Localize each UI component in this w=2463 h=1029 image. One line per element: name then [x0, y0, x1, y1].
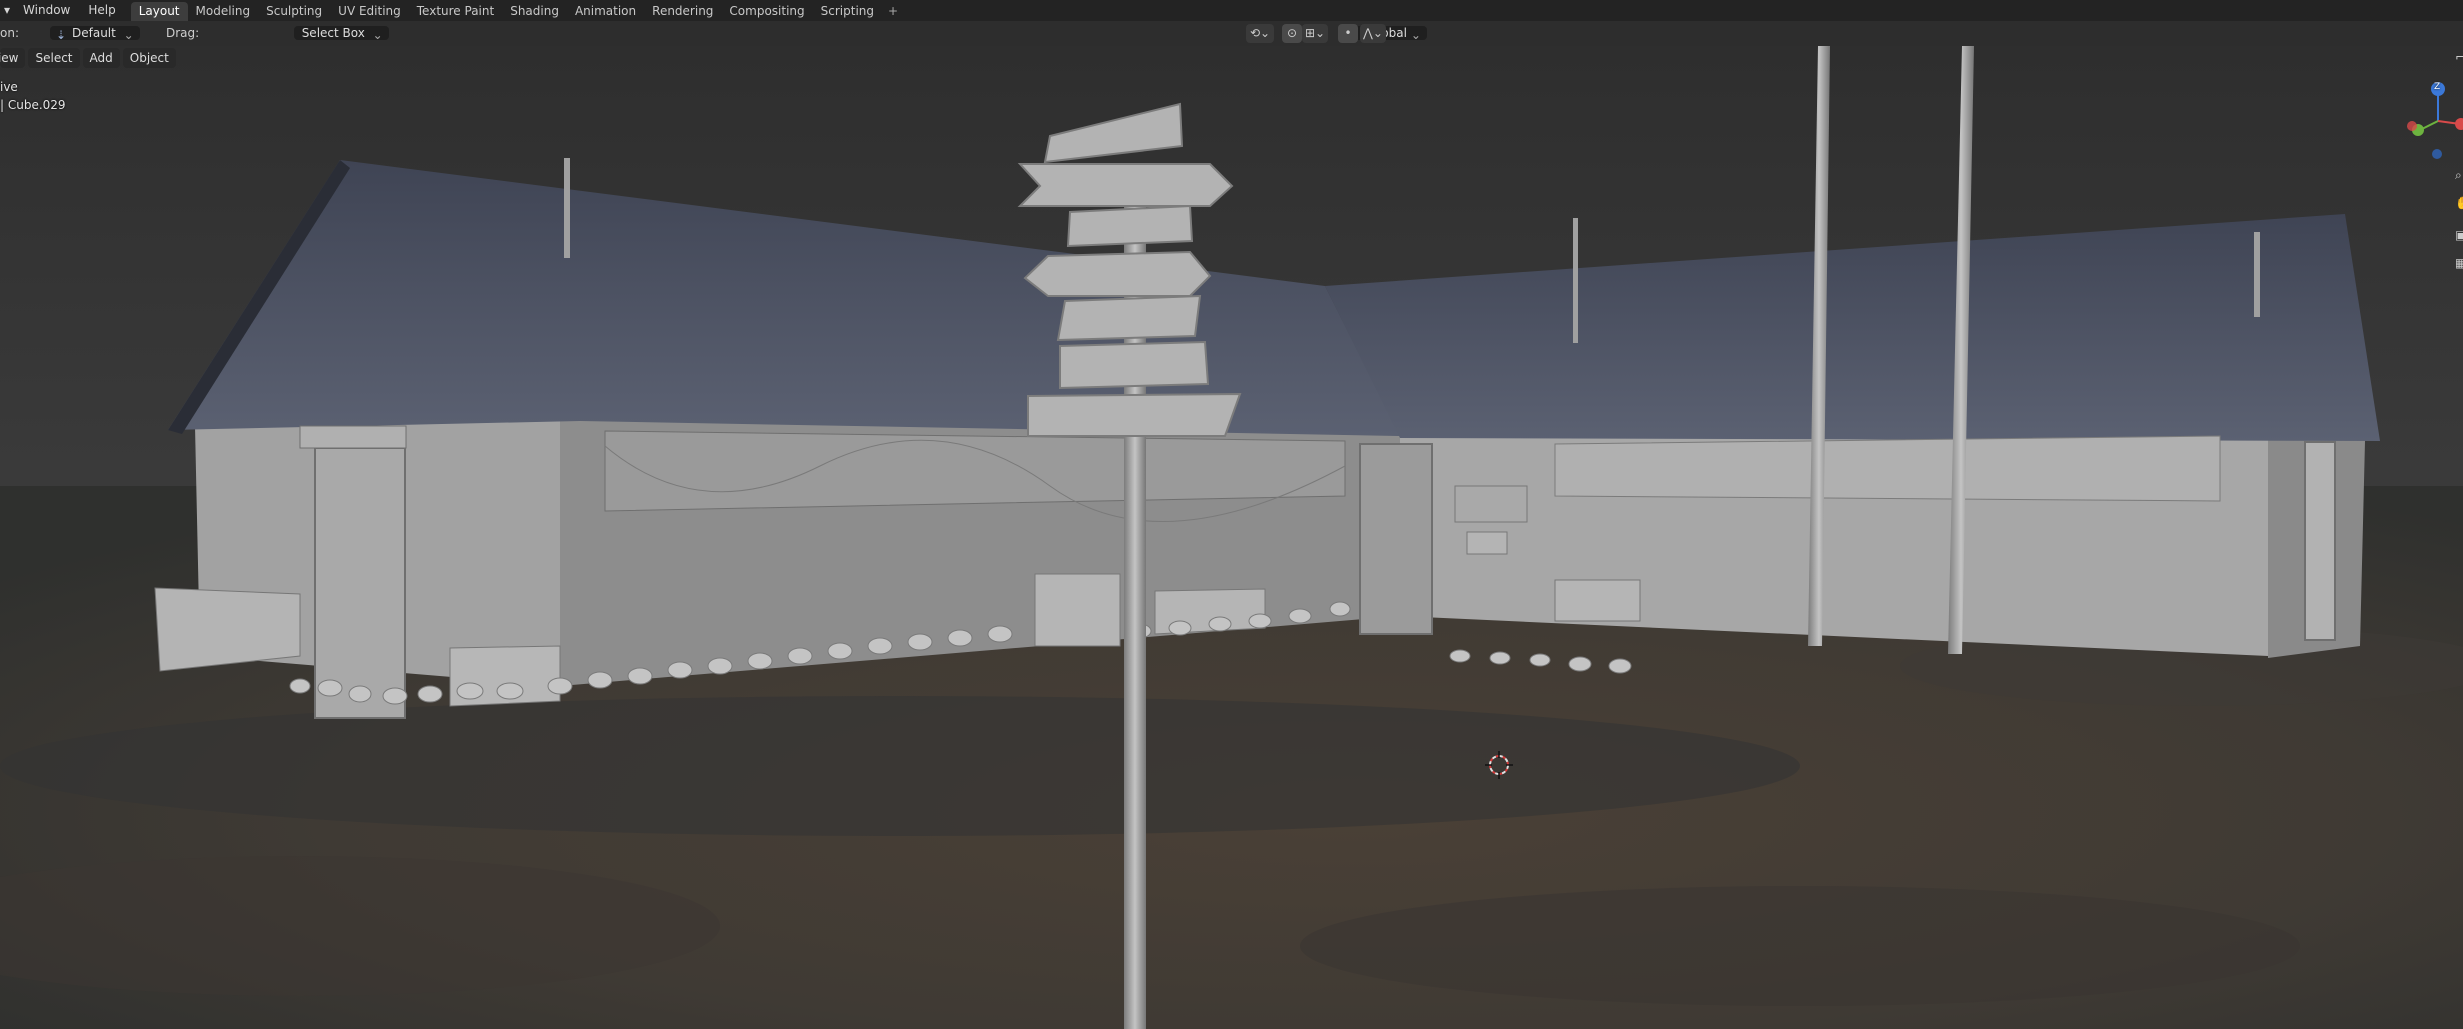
door-middle	[1359, 443, 1433, 635]
tab-shading[interactable]: Shading	[502, 2, 567, 21]
viewport-scene[interactable]	[0, 46, 2463, 1029]
menu-add[interactable]: Add	[82, 48, 120, 68]
tab-animation[interactable]: Animation	[567, 2, 644, 21]
orientation-value: Default	[72, 26, 116, 40]
view-mode-text: ive	[0, 80, 18, 94]
3d-viewport[interactable]: Z ⌐ ⌕ ✋ ▣ ▦	[0, 46, 2463, 1029]
chevron-down-icon: ⌄	[372, 28, 383, 42]
pivot-point-icon[interactable]: ⟲⌄	[1246, 24, 1274, 43]
chimney-pipe	[564, 158, 570, 258]
door-left	[314, 447, 406, 719]
menu-view-label: View	[0, 51, 19, 65]
tool-header: on: ⇣ Default ⌄ Drag: Select Box ⌄ ⌞ Glo…	[0, 21, 2463, 46]
proportional-falloff-icon[interactable]: ⋀⌄	[1360, 24, 1386, 43]
chevron-down-icon: ⌄	[1410, 28, 1421, 42]
blender-window: ▾ Window Help Layout Modeling Sculpting …	[0, 0, 2463, 1029]
gizmo-z-label[interactable]: Z	[2434, 82, 2440, 92]
viewport-menu-bar: View Select Add Object	[0, 48, 176, 68]
window-band	[1554, 435, 2221, 502]
grid-icon[interactable]: ▦	[2455, 256, 2463, 270]
snap-toggle-icon[interactable]: ⊙	[1282, 24, 1302, 43]
orientation-icon: ⇣	[56, 28, 67, 42]
zoom-icon[interactable]: ⌕	[2455, 168, 2462, 183]
menu-select[interactable]: Select	[28, 48, 80, 68]
chimney-pipe	[1573, 218, 1578, 343]
transform-orientation-dropdown[interactable]: ⌞ Global ⌄	[1346, 26, 1427, 42]
ground-shadow	[0, 696, 1800, 836]
door-right	[2304, 441, 2336, 641]
ground-shadow	[1300, 886, 2300, 1006]
tab-uv-editing[interactable]: UV Editing	[330, 2, 409, 21]
tab-rendering[interactable]: Rendering	[644, 2, 721, 21]
tab-scripting[interactable]: Scripting	[813, 2, 882, 21]
drag-dropdown[interactable]: Select Box ⌄	[293, 26, 389, 42]
tab-compositing[interactable]: Compositing	[721, 2, 812, 21]
hand-icon[interactable]: ✋	[2455, 196, 2463, 210]
orientation-label: on:	[0, 26, 19, 40]
door-frame-top	[299, 425, 407, 449]
drag-label: Drag:	[166, 26, 200, 40]
tab-sculpting[interactable]: Sculpting	[258, 2, 330, 21]
object-info-text: | Cube.029	[0, 98, 66, 112]
top-menu-bar: ▾ Window Help Layout Modeling Sculpting …	[0, 0, 2463, 21]
add-workspace-button[interactable]: +	[882, 4, 904, 18]
tab-texture-paint[interactable]: Texture Paint	[409, 2, 502, 21]
menu-object[interactable]: Object	[122, 48, 176, 68]
chimney-pipe	[2254, 232, 2260, 317]
menu-window[interactable]: Window	[14, 0, 79, 21]
proportional-editing-icon[interactable]: •	[1338, 24, 1358, 43]
small-sign	[1466, 531, 1508, 555]
navigation-tools: ⌐ ⌕ ✋ ▣ ▦	[2455, 46, 2463, 286]
drag-value: Select Box	[301, 26, 365, 40]
snap-target-icon[interactable]: ⊞⌄	[1302, 24, 1328, 43]
crate	[1554, 579, 1641, 622]
chevron-down-icon: ⌄	[123, 28, 134, 42]
notice-board	[1454, 485, 1528, 523]
tab-modeling[interactable]: Modeling	[188, 2, 259, 21]
orientation-dropdown[interactable]: ⇣ Default ⌄	[50, 26, 140, 42]
blender-menu-icon[interactable]: ▾	[0, 0, 14, 21]
crate	[1034, 573, 1121, 647]
camera-icon[interactable]: ▣	[2455, 228, 2463, 242]
menu-help[interactable]: Help	[79, 0, 124, 21]
crate	[154, 587, 301, 672]
view-icon[interactable]: ⌐	[2455, 50, 2463, 64]
tab-layout[interactable]: Layout	[130, 2, 188, 21]
menu-view[interactable]: View	[0, 48, 26, 68]
